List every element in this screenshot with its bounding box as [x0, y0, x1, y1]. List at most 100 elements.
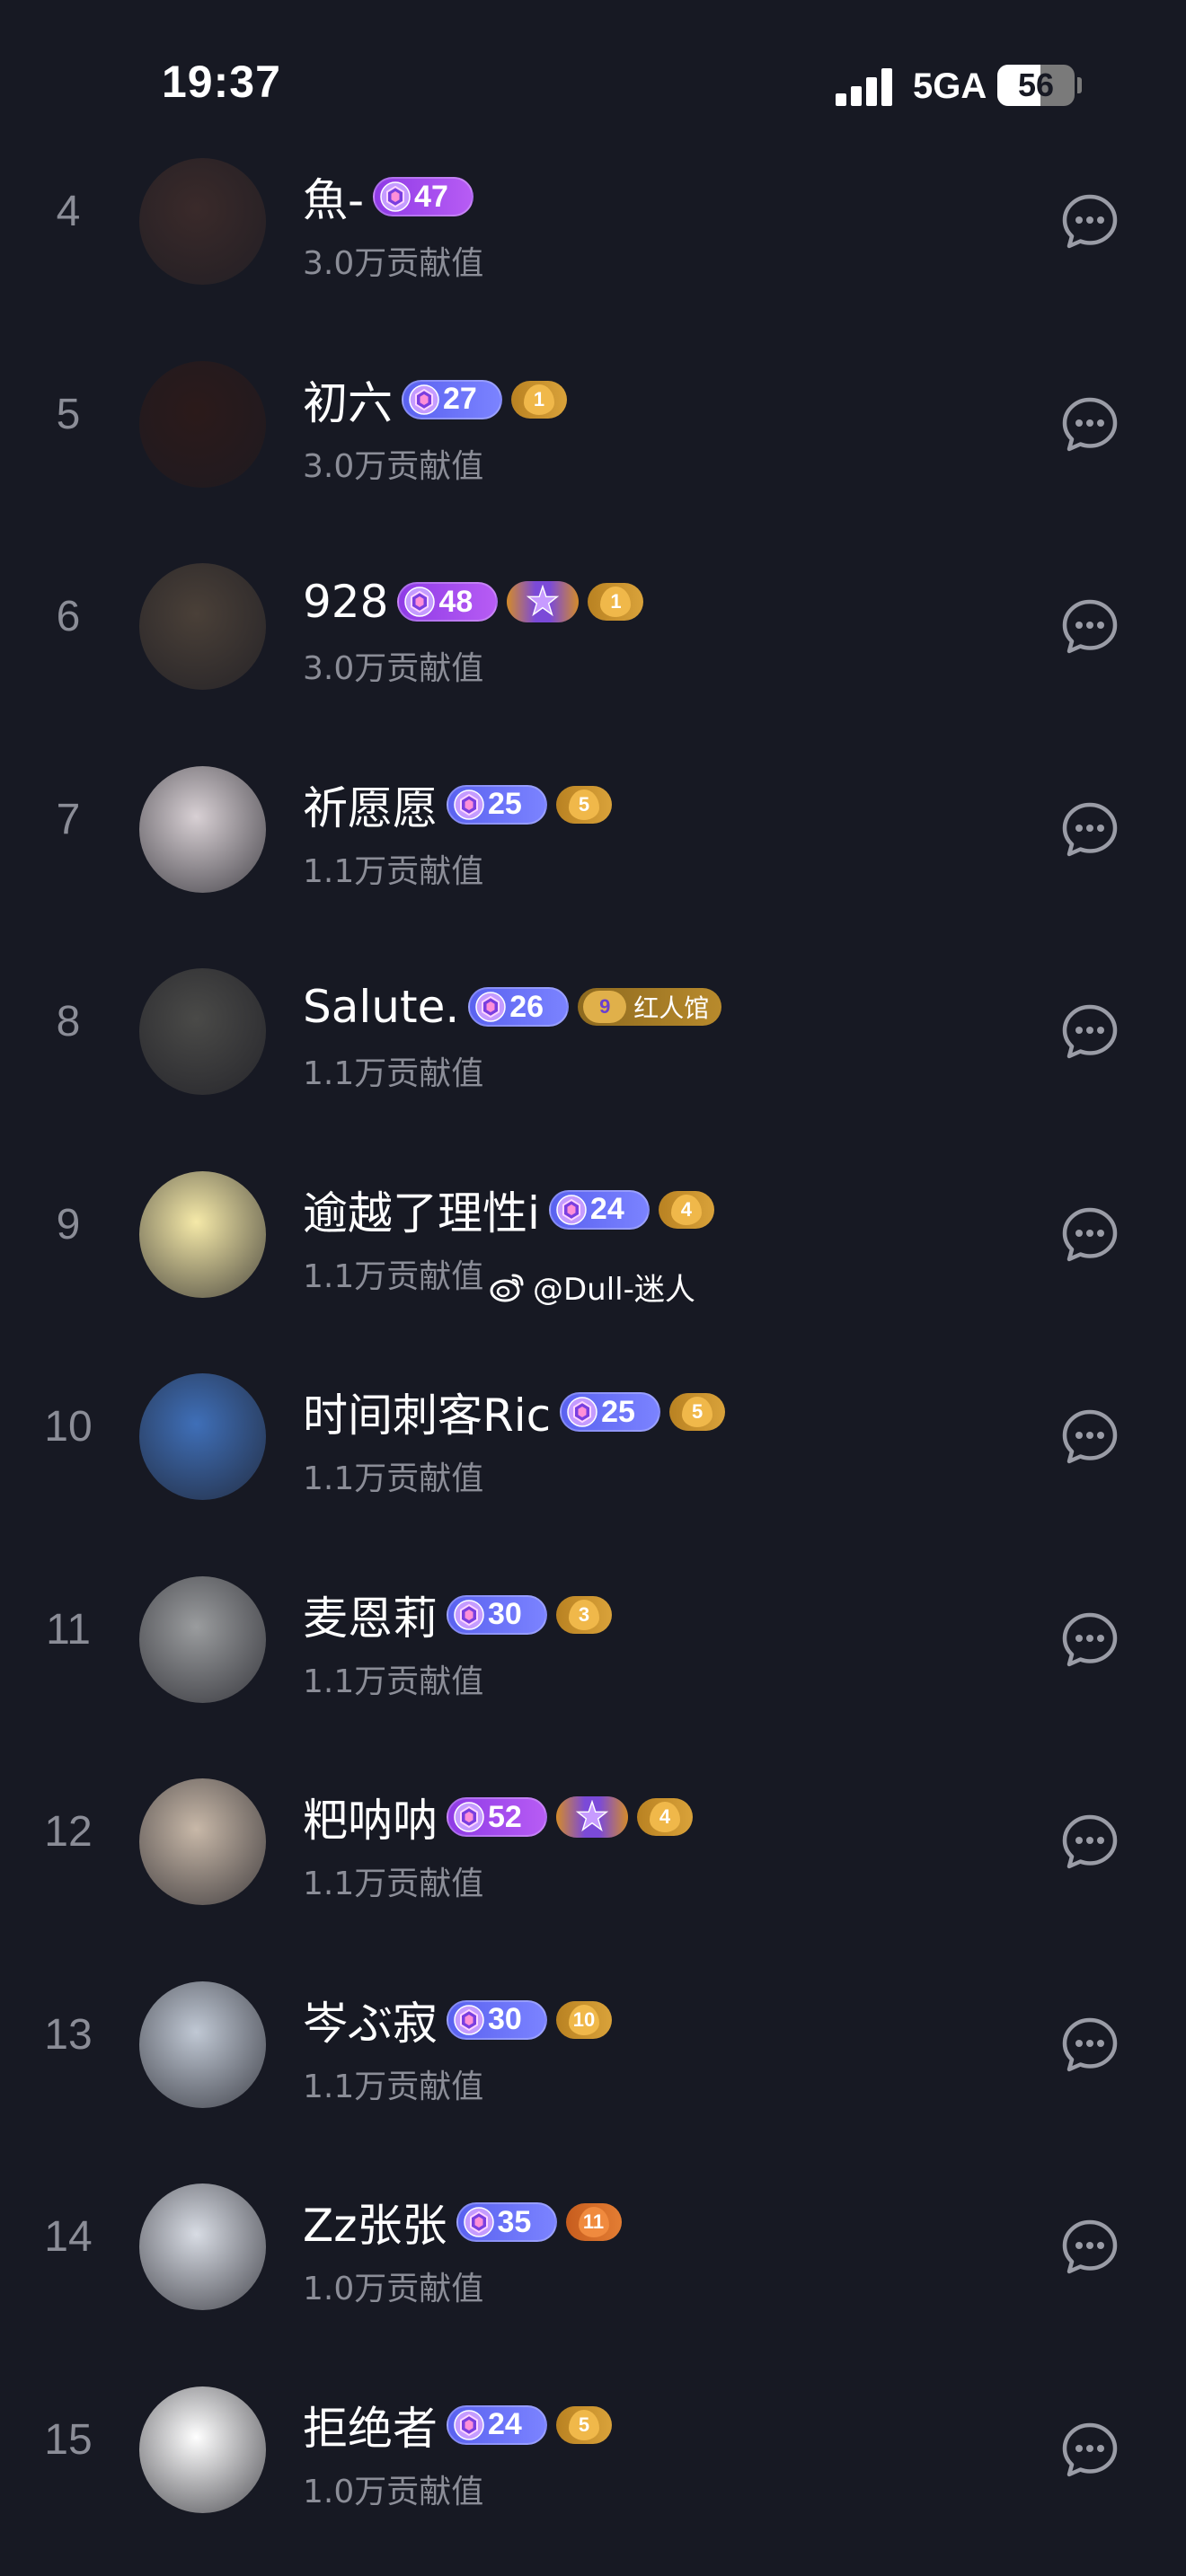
level-number: 47	[414, 179, 448, 214]
level-badge: 35	[456, 2202, 557, 2242]
chat-bubble-icon	[1062, 194, 1118, 249]
user-info-line: 祈愿愿 25 5	[303, 775, 612, 834]
gem-icon	[475, 992, 506, 1022]
contribution-value: 1.1万贡献值	[303, 1460, 484, 1497]
avatar[interactable]	[139, 765, 266, 893]
user-name[interactable]: 麦恩莉	[303, 1583, 438, 1647]
user-info-line: 初六 27 1	[303, 370, 567, 429]
user-info-line: 粑呐呐 52 4	[303, 1787, 693, 1847]
rank-number: 11	[46, 1605, 91, 1654]
list-item[interactable]: 13 岑ぶ寂 30 10 1.1万贡献值	[0, 1944, 1186, 2146]
level-badge: 25	[560, 1392, 661, 1432]
user-name[interactable]: 928	[303, 576, 388, 628]
list-item[interactable]: 7 祈愿愿 25 5 1.1万贡献值	[0, 728, 1186, 931]
battery-tip	[1077, 77, 1082, 93]
avatar[interactable]	[139, 1778, 266, 1905]
user-info-line: 时间刺客Ric 25 5	[303, 1380, 726, 1444]
chat-button[interactable]	[1060, 800, 1120, 860]
user-info-line: 魚- 47	[303, 167, 474, 226]
rank-number: 4	[56, 188, 81, 235]
contribution-value: 3.0万贡献值	[303, 245, 484, 282]
contribution-value: 3.0万贡献值	[303, 650, 484, 687]
user-info-line: 麦恩莉 30 3	[303, 1585, 612, 1645]
fan-badge: 5	[556, 785, 612, 824]
avatar[interactable]	[139, 360, 266, 488]
star-badge	[556, 1796, 628, 1838]
chat-button[interactable]	[1060, 2421, 1120, 2480]
chat-button[interactable]	[1060, 1002, 1120, 1062]
chat-button[interactable]	[1060, 395, 1120, 454]
list-item[interactable]: 6 928 48 1 3.0万贡献值	[0, 525, 1186, 728]
level-number: 25	[488, 787, 522, 821]
avatar[interactable]	[139, 1170, 266, 1298]
fan-badge: 4	[637, 1798, 693, 1836]
chat-button[interactable]	[1060, 1813, 1120, 1872]
avatar[interactable]	[139, 2183, 266, 2310]
star-icon	[527, 585, 560, 617]
level-badge: 24	[447, 2404, 547, 2445]
list-item[interactable]: 15 拒绝者 24 5 1.0万贡献值	[0, 2349, 1186, 2551]
level-number: 24	[488, 2407, 522, 2441]
level-badge: 24	[548, 1189, 650, 1230]
chat-button[interactable]	[1060, 2218, 1120, 2277]
user-name[interactable]: 时间刺客Ric	[303, 1380, 551, 1444]
user-name[interactable]: Zz张张	[303, 2190, 447, 2254]
chat-button[interactable]	[1060, 1205, 1120, 1265]
heart-icon: 1	[600, 587, 632, 617]
weibo-icon	[490, 1274, 524, 1301]
list-item[interactable]: 5 初六 27 1 3.0万贡献值	[0, 323, 1186, 525]
gem-icon	[454, 2004, 484, 2035]
level-badge: 48	[397, 582, 499, 622]
rank-number: 5	[56, 390, 81, 438]
rank-number: 12	[44, 1808, 93, 1856]
avatar[interactable]	[139, 1373, 266, 1500]
user-info-line: Zz张张 35 11	[303, 2192, 622, 2252]
list-item[interactable]: 11 麦恩莉 30 3 1.1万贡献值	[0, 1539, 1186, 1741]
club-badge: 9 红人馆	[578, 988, 722, 1026]
chat-bubble-icon	[1062, 2017, 1118, 2071]
chat-bubble-icon	[1062, 802, 1118, 856]
avatar[interactable]	[139, 1575, 266, 1703]
user-name[interactable]: 岑ぶ寂	[303, 1988, 438, 2052]
avatar[interactable]	[139, 968, 266, 1095]
user-name[interactable]: 初六	[303, 367, 393, 432]
list-item[interactable]: 12 粑呐呐 52 4 1.1万贡献值	[0, 1741, 1186, 1943]
gem-icon	[454, 1802, 484, 1832]
level-number: 48	[438, 584, 474, 619]
rank-number: 7	[56, 795, 81, 843]
battery-level: 56	[1017, 66, 1055, 103]
gem-icon	[463, 2207, 494, 2237]
chat-button[interactable]	[1060, 1610, 1120, 1670]
user-name[interactable]: 逾越了理性i	[303, 1178, 540, 1242]
user-name[interactable]: 祈愿愿	[303, 772, 438, 837]
user-name[interactable]: 粑呐呐	[303, 1785, 438, 1849]
user-name[interactable]: 拒绝者	[303, 2393, 438, 2457]
gem-icon	[567, 1397, 597, 1427]
chat-bubble-icon	[1062, 1207, 1118, 1261]
gem-icon	[409, 384, 439, 415]
chat-button[interactable]	[1060, 192, 1120, 251]
rank-number: 9	[56, 1200, 81, 1248]
chat-button[interactable]	[1060, 597, 1120, 657]
fan-badge: 4	[658, 1190, 714, 1229]
list-item[interactable]: 8 Salute. 26 9 红人馆 1.1万贡献值	[0, 931, 1186, 1133]
rank-number: 6	[56, 593, 81, 640]
list-item[interactable]: 10 时间刺客Ric 25 5 1.1万贡献值	[0, 1336, 1186, 1538]
rank-number: 13	[44, 2010, 93, 2059]
avatar[interactable]	[139, 563, 266, 690]
list-item[interactable]: 14 Zz张张 35 11 1.0万贡献值	[0, 2146, 1186, 2348]
list-item[interactable]: 4 魚- 47 3.0万贡献值	[0, 120, 1186, 322]
contribution-value: 3.0万贡献值	[303, 447, 484, 485]
fan-badge: 1	[511, 380, 567, 419]
avatar[interactable]	[139, 158, 266, 285]
avatar[interactable]	[139, 2386, 266, 2513]
chat-button[interactable]	[1060, 2016, 1120, 2075]
user-info-line: 逾越了理性i 24 4	[303, 1180, 714, 1239]
heart-icon: 3	[569, 1599, 599, 1630]
chat-button[interactable]	[1060, 1407, 1120, 1467]
user-name[interactable]: 魚-	[303, 164, 364, 229]
rank-number: 10	[44, 1403, 93, 1451]
level-number: 24	[589, 1192, 624, 1226]
user-name[interactable]: Salute.	[303, 981, 459, 1033]
avatar[interactable]	[139, 1981, 266, 2108]
